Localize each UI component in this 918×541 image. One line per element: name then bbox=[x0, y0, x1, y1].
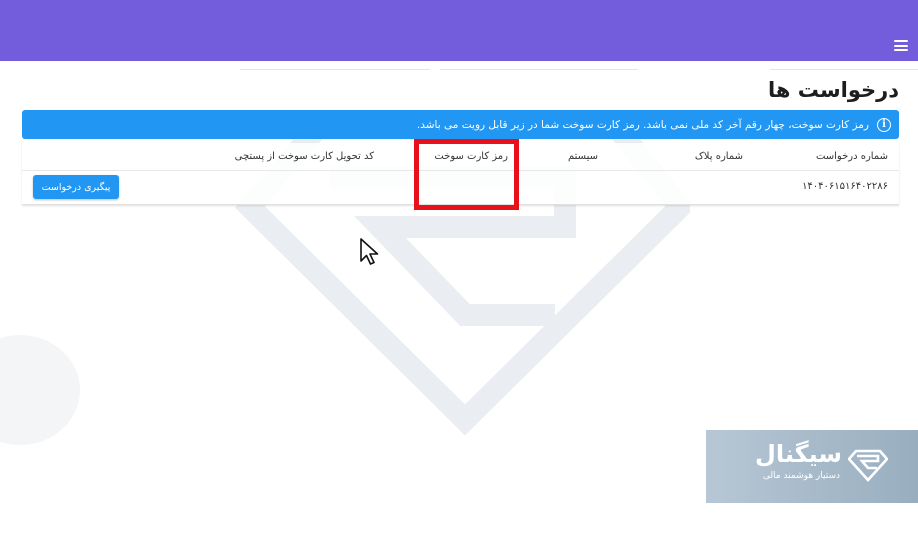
nav-divider bbox=[770, 69, 918, 70]
hamburger-icon[interactable] bbox=[894, 40, 908, 51]
brand-watermark: سیگنال دستیار هوشمند مالی bbox=[706, 430, 918, 503]
info-alert: i رمز کارت سوخت، چهار رقم آخر کد ملی نمی… bbox=[22, 110, 899, 139]
request-number-cell: ۱۴۰۴۰۶۱۵۱۶۴۰۲۲۸۶ bbox=[802, 181, 888, 192]
info-icon: i bbox=[877, 117, 891, 132]
alert-text: رمز کارت سوخت، چهار رقم آخر کد ملی نمی ب… bbox=[416, 118, 869, 131]
nav-divider bbox=[240, 69, 430, 70]
track-request-button[interactable]: پیگیری درخواست bbox=[33, 175, 119, 199]
fuel-card-pin-highlight bbox=[414, 139, 519, 210]
column-header-plate-number: شماره پلاک bbox=[694, 151, 743, 162]
mouse-cursor-icon bbox=[360, 238, 379, 265]
brand-tagline: دستیار هوشمند مالی bbox=[762, 471, 840, 481]
top-bar bbox=[0, 0, 918, 61]
brand-name: سیگنال bbox=[755, 440, 842, 468]
column-header-request-number: شماره درخواست bbox=[815, 151, 888, 162]
column-header-system: سیستم bbox=[568, 151, 598, 162]
column-header-delivery-code: کد تحویل کارت سوخت از پستچی bbox=[234, 151, 374, 162]
page-title: درخواست ها bbox=[767, 78, 899, 102]
signal-logo-icon bbox=[848, 449, 888, 482]
nav-divider bbox=[440, 69, 638, 70]
background-blob bbox=[0, 335, 80, 445]
